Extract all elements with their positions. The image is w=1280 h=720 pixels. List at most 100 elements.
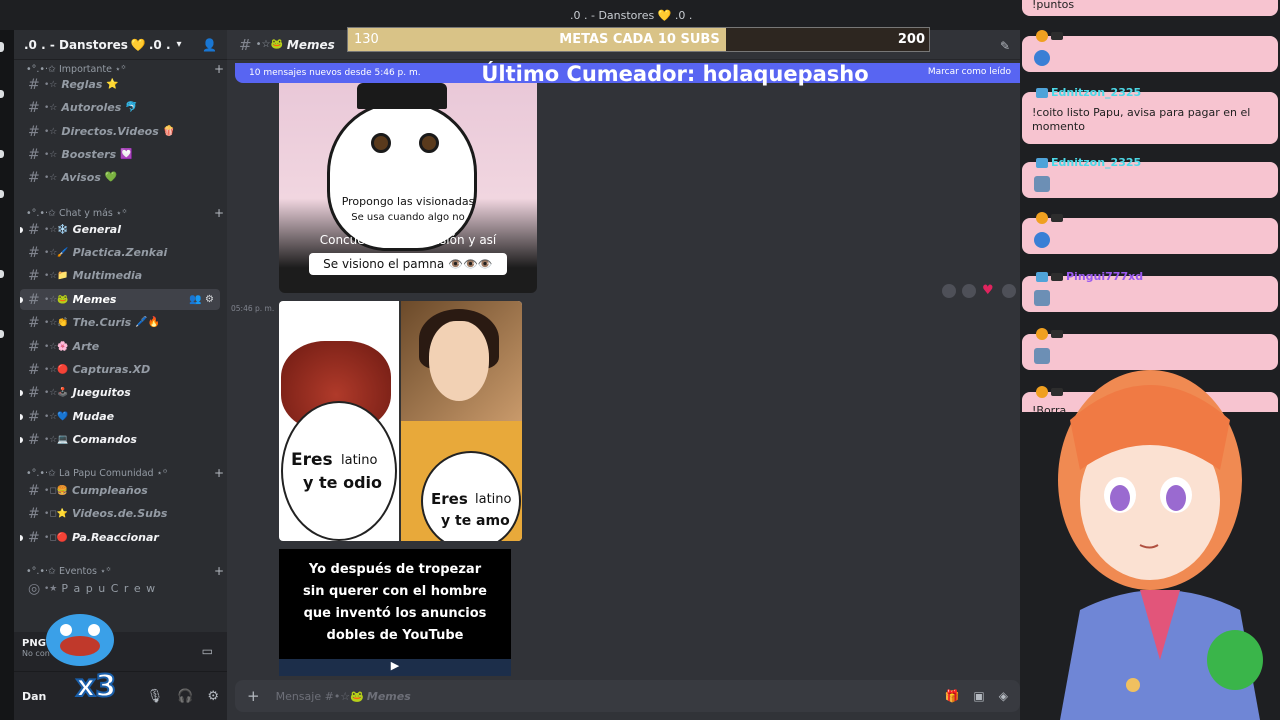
channel-arte[interactable]: # •☆🌸 Arte [20,336,220,357]
channel-boosters[interactable]: # •☆ Boosters 💟 [20,144,220,165]
attach-icon[interactable]: + [247,687,260,705]
channel-name: Multimedia [72,269,143,282]
channel-deco: •◻⭐ [44,508,68,519]
badge-icon [1036,271,1048,282]
meme-caption: Concuerda con tu visión y así [319,233,497,247]
channel-comandos[interactable]: # •☆💻 Comandos [20,429,220,450]
channel-name: Mudae [72,410,115,423]
chat-bubble: Ednitzon_2325 !coito listo Papu, avisa p… [1022,86,1278,144]
hash-icon: # [28,361,40,378]
chevron-down-icon[interactable]: ▾ [177,39,182,50]
meme-image-visionadas[interactable]: Propongo las visionadas Se usa cuando al… [279,83,537,293]
channel-deco: •☆ [44,126,58,137]
meme-video-youtube[interactable]: Yo después de tropezar sin querer con el… [279,549,511,676]
heart-icon[interactable]: ♥ [982,284,996,298]
channel-deco: •☆ [44,149,58,160]
reaction-icon[interactable] [962,284,976,298]
sticker-icon[interactable]: ◈ [999,689,1008,703]
add-channel-icon[interactable]: + [214,466,224,480]
meme-caption: que inventó los anuncios [303,606,487,622]
channel-reglas[interactable]: # •☆ Reglas ⭐ [20,74,220,95]
badge-icon [1036,30,1048,42]
chat-message: !coito listo Papu, avisa para pagar en e… [1032,106,1251,134]
meme-word: Eres [431,490,468,508]
microphone-icon[interactable]: 🎙 [147,689,164,704]
composer-channel: Memes [366,689,411,703]
channel-deco: •☆🖌️ [44,247,69,258]
channel-settings-icon[interactable]: 👥 ⚙ [189,294,214,305]
channel-mudae[interactable]: # •☆💙 Mudae [20,406,220,427]
channel-papu-crew[interactable]: ◎ •★ P a p u C r e w [20,578,220,599]
unread-dot [20,226,23,233]
hash-icon: # [28,244,40,261]
server-header[interactable]: .0 . - Danstores 💛 .0 . ▾ 👤 [14,30,227,60]
screen-share-icon[interactable]: ▭ [202,644,213,658]
channel-videos-de-subs[interactable]: # •◻⭐ Videos.de.Subs [20,503,220,524]
channel-deco: •☆🔴 [44,364,69,375]
channel-cumpleanos[interactable]: # •◻🍔 Cumpleaños [20,480,220,501]
badge-icon [1036,87,1048,98]
add-reaction-icon[interactable] [1002,284,1016,298]
add-channel-icon[interactable]: + [214,206,224,220]
channel-deco: •☆ [44,79,58,90]
channel-deco: •☆👏 [44,317,69,328]
reaction-icon[interactable] [942,284,956,298]
channel-name: Comandos [72,433,137,446]
hash-icon: # [28,408,40,425]
channel-name: Directos.Videos [61,125,159,138]
add-channel-icon[interactable]: + [214,564,224,578]
channel-avisos[interactable]: # •☆ Avisos 💚 [20,167,220,188]
chat-message: !puntos [1032,0,1075,11]
play-icon[interactable]: ▶ [279,659,511,676]
channel-autoroles[interactable]: # •☆ Autoroles 🐬 [20,97,220,118]
mark-as-read-link[interactable]: Marcar como leído [928,67,1011,77]
unread-indicator [0,190,4,198]
unread-dot [20,413,23,420]
server-strip [0,30,14,720]
chat-username: Ednitzon_2325 [1051,156,1142,169]
channel-deco: •☆🐸 [255,39,283,50]
channel-name: Plactica.Zenkai [72,246,168,259]
gear-icon[interactable]: ⚙ [207,689,219,704]
server-name: .0 . - Danstores [24,37,128,52]
channel-emoji: 💟 [120,149,133,160]
channel-deco: •☆💙 [44,411,69,422]
stage-icon: ◎ [28,580,41,597]
channel-plactica-zenkai[interactable]: # •☆🖌️ Plactica.Zenkai [20,242,220,263]
chat-header: Ednitzon_2325 [1036,86,1141,99]
channel-pa-reaccionar[interactable]: # •◻🔴 Pa.Reaccionar [20,527,220,548]
channel-sidebar: .0 . - Danstores 💛 .0 . ▾ 👤 •°.•‧✩ Impor… [14,30,227,720]
channel-jueguitos[interactable]: # •☆🕹️ Jueguitos [20,382,220,403]
hash-icon: # [28,291,40,308]
category-papu-comunidad[interactable]: •°.•‧✩ La Papu Comunidad ⋆꙳ + [26,466,224,480]
channel-general[interactable]: # •☆❄️ General [20,219,220,240]
category-eventos[interactable]: •°.•‧✩ Eventos ⋆꙳ + [26,564,224,578]
chat-username: Pingui777xd [1066,270,1144,283]
channel-memes[interactable]: # •☆🐸 Memes 👥 ⚙ [20,289,220,310]
channel-name: Avisos [61,171,101,184]
panel-divider [399,301,401,541]
channel-deco: •☆📁 [44,270,69,281]
invite-icon[interactable]: 👤 [202,38,217,52]
message-timestamp: 05:46 p. m. [231,304,275,313]
meme-caption: Yo después de tropezar [308,562,482,577]
channel-capturas-xd[interactable]: # •☆🔴 Capturas.XD [20,359,220,380]
unread-indicator [0,150,4,158]
channel-multimedia[interactable]: # •☆📁 Multimedia [20,265,220,286]
headphones-icon[interactable]: 🎧 [177,689,193,704]
channel-deco: •☆🕹️ [44,387,69,398]
channel-directos-videos[interactable]: # •☆ Directos.Videos 🍿 [20,121,220,142]
meme-image-eres-latino[interactable]: Eres latino y te odio Eres latino y te a… [279,301,522,541]
threads-icon[interactable]: ✎ [1000,39,1010,53]
cat-eye [419,133,439,153]
channel-deco: •★ [44,583,58,594]
gift-icon[interactable]: 🎁 [944,689,959,703]
meme-word: Eres [291,450,333,470]
category-chat[interactable]: •°.•‧✩ Chat y más ⋆꙳ + [26,206,224,220]
channel-the-curis[interactable]: # •☆👏 The.Curis 🖊️🔥 [20,312,220,333]
emote-icon [1034,50,1050,66]
hash-icon: # [28,169,40,186]
channel-emoji: 🍿 [162,126,176,137]
message-composer[interactable]: + Mensaje #•☆🐸 Memes 🎁 ▣ ◈ [235,680,1020,712]
gif-icon[interactable]: ▣ [973,689,984,703]
